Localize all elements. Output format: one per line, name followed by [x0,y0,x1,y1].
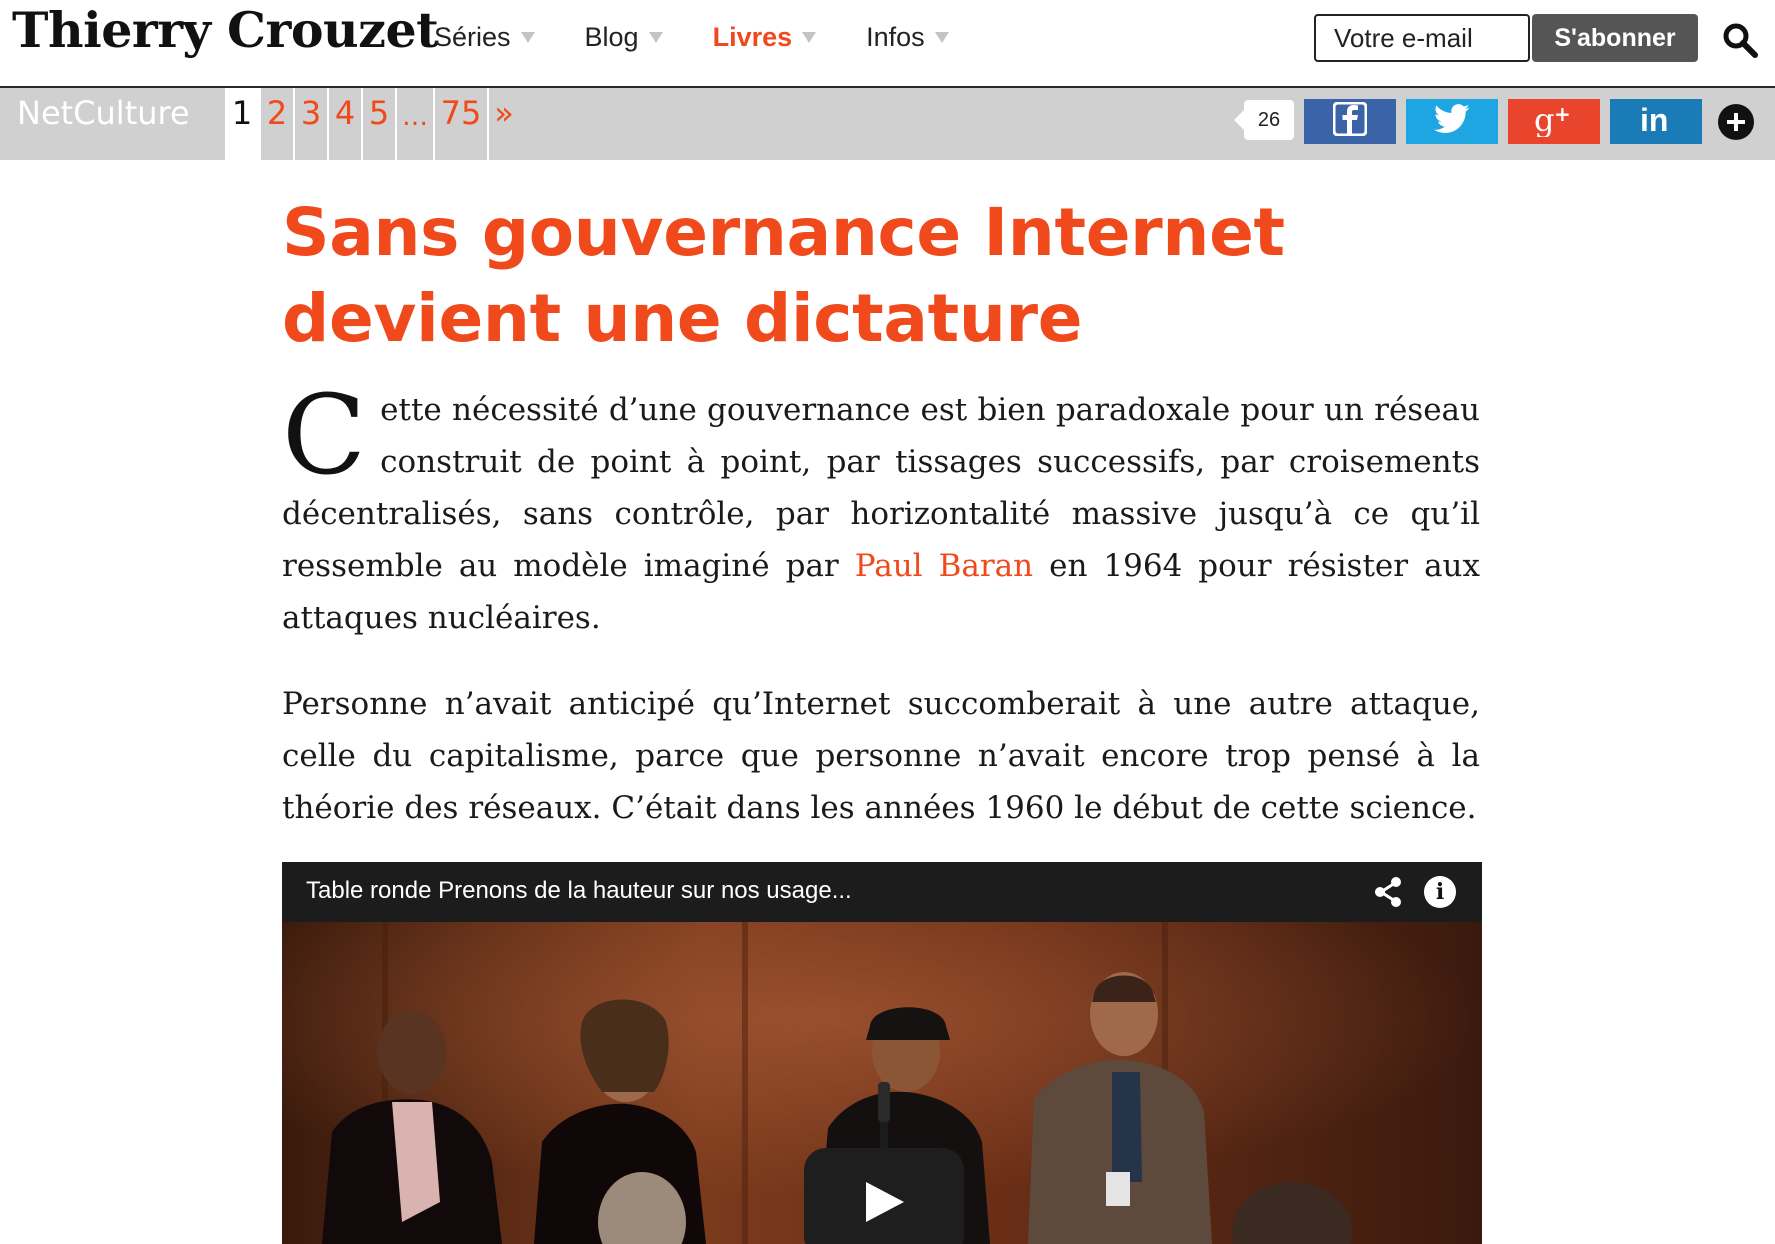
nav-item-blog[interactable]: Blog [585,22,663,53]
search-icon[interactable] [1720,20,1760,60]
drop-cap: C [282,371,367,499]
video-title-bar: Table ronde Prenons de la hauteur sur no… [282,862,1482,922]
subscribe-button[interactable]: S'abonner [1532,14,1698,62]
play-icon [862,1180,906,1229]
video-player[interactable]: Table ronde Prenons de la hauteur sur no… [282,862,1482,1244]
caret-down-icon [520,32,535,43]
page-link[interactable]: 5 [363,88,397,160]
facebook-icon [1332,101,1368,141]
page-ellipsis: … [397,88,435,160]
svg-text:g: g [1534,101,1554,137]
caret-down-icon [802,32,817,43]
linkedin-icon: in [1638,101,1674,142]
share-icon[interactable] [1372,876,1404,908]
facebook-share-button[interactable] [1304,99,1396,144]
email-field[interactable] [1314,14,1530,62]
series-pagination: 1 2 3 4 5 … 75 » [225,88,519,160]
page-next[interactable]: » [489,88,519,160]
article-title: Sans gouvernance Internet devient une di… [282,194,1285,357]
series-bar: NetCulture 1 2 3 4 5 … 75 » 26 g + in [0,88,1775,160]
site-title[interactable]: Thierry Crouzet [12,0,439,60]
twitter-icon [1434,104,1470,139]
google-plus-share-button[interactable]: g + [1508,99,1600,144]
plus-circle-icon[interactable] [1718,104,1754,140]
google-plus-icon: g + [1532,101,1576,142]
twitter-share-button[interactable] [1406,99,1498,144]
caret-down-icon [934,32,949,43]
paul-baran-link[interactable]: Paul Baran [855,548,1033,584]
page-link-last[interactable]: 75 [435,88,489,160]
svg-text:in: in [1640,102,1668,137]
info-icon[interactable]: i [1424,876,1456,908]
nav-item-livres[interactable]: Livres [713,22,817,53]
page-link[interactable]: 2 [261,88,295,160]
page-link[interactable]: 4 [329,88,363,160]
nav-item-infos[interactable]: Infos [866,22,949,53]
nav-item-label: Livres [712,22,793,52]
linkedin-share-button[interactable]: in [1610,99,1702,144]
caret-down-icon [648,32,663,43]
share-count: 26 [1234,100,1294,140]
nav-item-label: Séries [434,22,511,52]
site-header: Thierry Crouzet Séries Blog Livres Infos… [0,0,1775,88]
series-name[interactable]: NetCulture [17,94,190,132]
page-link[interactable]: 3 [295,88,329,160]
svg-text:+: + [1554,102,1571,126]
article-paragraph: Personne n’avait anticipé qu’Internet su… [282,686,1480,826]
article-paragraph: Cette nécessité d’une gouvernance est bi… [282,371,1480,644]
play-button[interactable] [804,1148,964,1244]
article: Sans gouvernance Internet devient une di… [282,190,1480,834]
page-current: 1 [225,88,261,160]
nav-item-label: Blog [584,22,639,52]
main-nav: Séries Blog Livres Infos [434,22,999,53]
nav-item-series[interactable]: Séries [434,22,535,53]
nav-item-label: Infos [866,22,925,52]
video-title[interactable]: Table ronde Prenons de la hauteur sur no… [306,877,852,905]
